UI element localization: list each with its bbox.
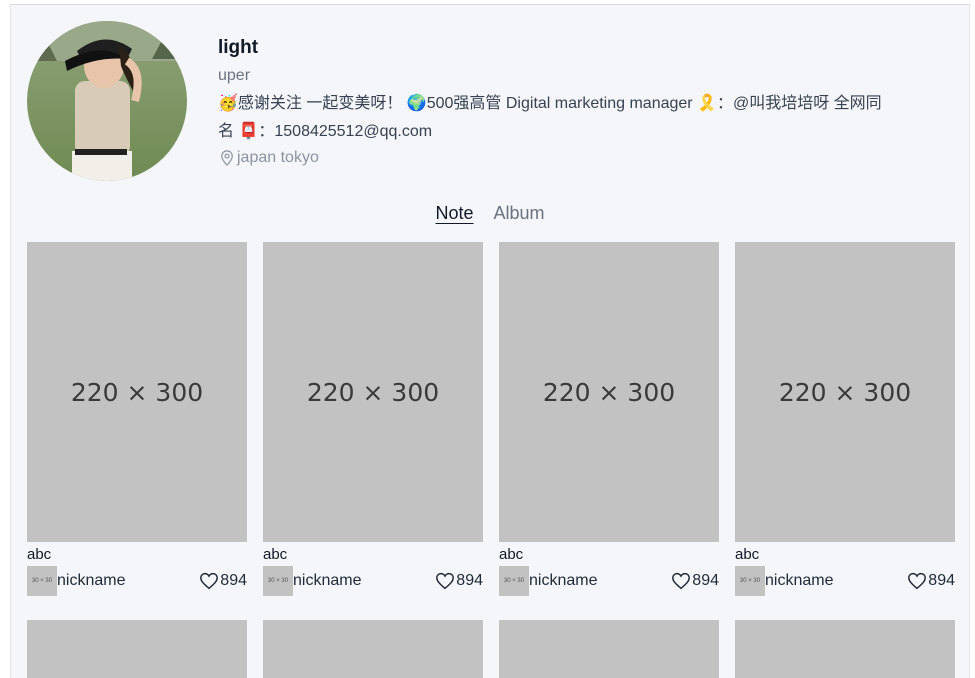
profile-tabs: Note Album [11, 203, 969, 224]
author-nickname[interactable]: nickname [765, 572, 833, 590]
author-avatar[interactable]: 30 × 30 [735, 566, 765, 596]
like-button[interactable]: 894 [199, 572, 247, 590]
note-cover-image[interactable] [27, 620, 247, 678]
like-button[interactable]: 894 [435, 572, 483, 590]
note-card[interactable] [263, 620, 483, 678]
profile-location: japan tokyo [218, 146, 963, 170]
heart-icon [672, 572, 691, 590]
location-pin-icon [221, 150, 233, 166]
note-meta: 30 × 30 nickname 894 [27, 566, 247, 596]
profile-role: uper [218, 67, 251, 84]
heart-icon [200, 572, 219, 590]
like-count: 894 [928, 572, 955, 589]
note-card[interactable] [27, 620, 247, 678]
tab-note[interactable]: Note [435, 203, 473, 224]
note-card[interactable] [735, 620, 955, 678]
note-cover-image[interactable] [263, 620, 483, 678]
tab-album[interactable]: Album [494, 203, 545, 224]
profile-info: light uper 🥳感谢关注 一起变美呀！ 🌍500强高管 Digital … [218, 35, 963, 170]
note-cover-image[interactable]: 220 × 300 [735, 242, 955, 542]
like-count: 894 [692, 572, 719, 589]
like-count: 894 [220, 572, 247, 589]
note-card[interactable]: 220 × 300 abc 30 × 30 nickname 894 [735, 242, 955, 596]
like-button[interactable]: 894 [671, 572, 719, 590]
note-cover-image[interactable] [735, 620, 955, 678]
author-avatar[interactable]: 30 × 30 [263, 566, 293, 596]
location-text: japan tokyo [237, 149, 319, 166]
note-card[interactable]: 220 × 300 abc 30 × 30 nickname 894 [27, 242, 247, 596]
author-nickname[interactable]: nickname [57, 572, 125, 590]
note-cover-image[interactable]: 220 × 300 [27, 242, 247, 542]
profile-bio: 🥳感谢关注 一起变美呀！ 🌍500强高管 Digital marketing m… [218, 90, 963, 146]
heart-icon [436, 572, 455, 590]
note-cover-image[interactable] [499, 620, 719, 678]
bio-line: 🥳感谢关注 一起变美呀！ 🌍500强高管 Digital marketing m… [218, 95, 882, 112]
profile-page: light uper 🥳感谢关注 一起变美呀！ 🌍500强高管 Digital … [10, 4, 970, 678]
heart-icon [908, 572, 927, 590]
profile-name: light [218, 37, 259, 58]
author-avatar[interactable]: 30 × 30 [499, 566, 529, 596]
note-title[interactable]: abc [263, 546, 483, 564]
like-button[interactable]: 894 [907, 572, 955, 590]
author-nickname[interactable]: nickname [293, 572, 361, 590]
note-cover-image[interactable]: 220 × 300 [499, 242, 719, 542]
note-meta: 30 × 30 nickname 894 [735, 566, 955, 596]
avatar-photo [27, 21, 187, 181]
note-title[interactable]: abc [499, 546, 719, 564]
author-avatar[interactable]: 30 × 30 [27, 566, 57, 596]
note-title[interactable]: abc [735, 546, 955, 564]
note-meta: 30 × 30 nickname 894 [499, 566, 719, 596]
note-card[interactable]: 220 × 300 abc 30 × 30 nickname 894 [263, 242, 483, 596]
note-cover-image[interactable]: 220 × 300 [263, 242, 483, 542]
note-title[interactable]: abc [27, 546, 247, 564]
like-count: 894 [456, 572, 483, 589]
author-nickname[interactable]: nickname [529, 572, 597, 590]
note-card[interactable]: 220 × 300 abc 30 × 30 nickname 894 [499, 242, 719, 596]
avatar[interactable] [27, 21, 187, 181]
note-card[interactable] [499, 620, 719, 678]
bio-line: 名 📮：1508425512@qq.com [218, 123, 433, 140]
note-meta: 30 × 30 nickname 894 [263, 566, 483, 596]
